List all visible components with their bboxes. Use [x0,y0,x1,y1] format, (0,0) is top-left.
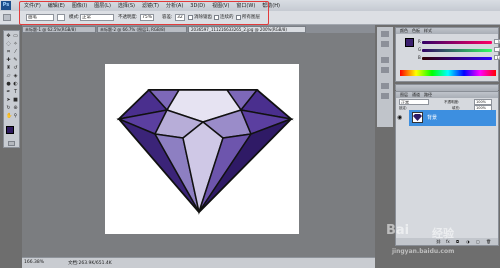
tab-document-2[interactable]: 未标题-2 @ 66.7% (图层1, RGB/8) [97,26,187,33]
tab-paths[interactable]: 路径 [422,92,434,98]
layer-name[interactable]: 背景 [427,114,437,121]
watermark-logo-icon: Bai [386,223,410,238]
document-tabs: 未标题-1 @ 62.5%(RGB/8) 未标题-2 @ 66.7% (图层1,… [22,25,375,33]
swatches-panel-icon[interactable] [381,57,389,63]
dodge-tool-icon[interactable]: ◐ [13,82,18,87]
foreground-color-swatch[interactable] [6,126,14,134]
layer-opacity-label: 不透明度: [444,100,460,104]
tab-color[interactable]: 颜色 [398,28,410,34]
pen-tool-icon[interactable]: ✒ [6,90,11,95]
g-value[interactable]: 0 [494,47,500,52]
tab-swatches[interactable]: 色板 [410,28,422,34]
r-slider[interactable] [422,41,492,44]
stamp-tool-icon[interactable]: ♜ [6,66,11,71]
wand-tool-icon[interactable]: ✧ [13,42,18,47]
r-label: R [418,39,421,44]
b-label: B [418,55,421,60]
history-panel-icon[interactable] [381,31,389,37]
eyedropper-tool-icon[interactable]: ⁄ [13,50,18,55]
actions-panel-icon[interactable] [381,41,389,47]
color-panel: 颜色 色板 样式 R 50 G 0 B 100 [395,27,500,82]
watermark-url: jingyan.baidu.com [392,248,455,255]
document-canvas[interactable] [105,64,299,234]
path-select-icon[interactable]: ➤ [6,98,11,103]
tab-document-1[interactable]: 未标题-1 @ 62.5%(RGB/8) [22,26,96,33]
tab-document-3[interactable]: 2036597_111216633265_2.jpg @ 200%(RGB/8) [188,26,306,33]
status-bar: 166.38% 文档:263.9K/651.4K [22,257,375,268]
zoom-tool-icon[interactable]: ⚲ [13,114,18,119]
brushes-panel-icon[interactable] [381,67,389,73]
panel-icon-strip [377,27,393,127]
crop-tool-icon[interactable]: ⌗ [6,50,11,55]
blur-tool-icon[interactable]: ● [6,82,11,87]
3d-orbit-icon[interactable]: ⊕ [13,106,18,111]
tool-preset-icon[interactable] [3,14,11,21]
toolbox: ✥ ▭ ◌ ✧ ⌗ ⁄ ✚ ✎ ♜ ↺ ▱ ◈ ● ◐ ✒ T ➤ ■ ↻ ⊕ … [3,30,20,148]
document-info: 文档:263.9K/651.4K [68,261,112,266]
g-label: G [418,47,422,52]
move-tool-icon[interactable]: ✥ [6,34,11,39]
marquee-tool-icon[interactable]: ▭ [13,34,18,39]
color-panel-fg-swatch[interactable] [405,38,414,47]
lasso-tool-icon[interactable]: ◌ [6,42,11,47]
color-spectrum-bar[interactable] [400,70,496,76]
character-panel-icon[interactable] [381,83,389,89]
diamond-image [116,88,294,215]
lock-label: 锁定: [399,106,408,110]
g-slider[interactable] [422,49,492,52]
zoom-readout[interactable]: 166.38% [24,260,44,265]
adjustments-panel [395,84,499,91]
brush-tool-icon[interactable]: ✎ [13,58,18,63]
blend-mode-dropdown[interactable]: 正常 [399,99,429,105]
highlight-frame [19,1,269,25]
layer-thumbnail [412,112,423,123]
tab-channels[interactable]: 通道 [410,92,422,98]
paragraph-panel-icon[interactable] [381,93,389,99]
shape-tool-icon[interactable]: ■ [13,98,18,103]
healing-tool-icon[interactable]: ✚ [6,58,11,63]
tab-layers[interactable]: 图层 [398,92,410,98]
r-value[interactable]: 50 [494,39,500,44]
quick-mask-icon[interactable] [8,141,15,146]
watermark-logo-text: 经验 [432,227,454,240]
hand-tool-icon[interactable]: ✋ [6,114,12,119]
visibility-eye-icon[interactable]: ◉ [397,114,402,121]
paint-bucket-icon[interactable]: ◈ [13,74,18,79]
b-slider[interactable] [422,57,492,60]
watermark: Bai 经验 jingyan.baidu.com [386,221,496,261]
tab-styles[interactable]: 样式 [422,28,434,34]
type-tool-icon[interactable]: T [13,90,18,95]
photoshop-logo-icon: Ps [1,1,11,10]
history-brush-icon[interactable]: ↺ [13,66,18,71]
diamond-thumbnail-icon [413,114,422,121]
layer-row-background[interactable]: ◉ 背景 [397,110,496,126]
eraser-tool-icon[interactable]: ▱ [6,74,11,79]
3d-rotate-icon[interactable]: ↻ [6,106,11,111]
b-value[interactable]: 100 [494,55,500,60]
